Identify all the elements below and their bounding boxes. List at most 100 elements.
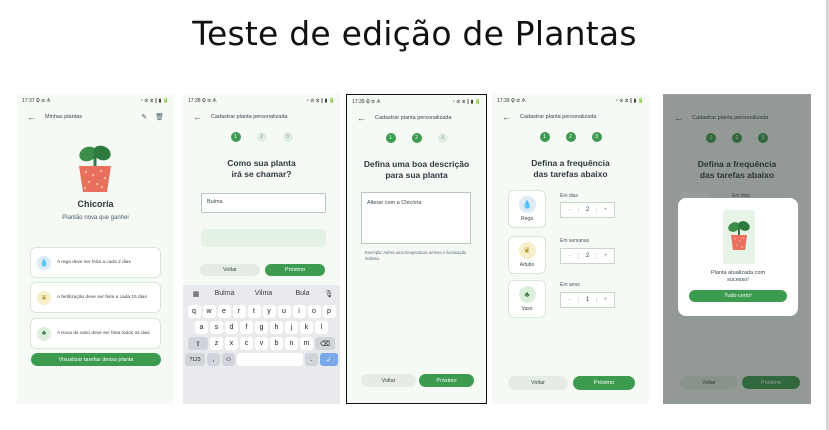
next-button[interactable]: Próximo — [419, 374, 474, 387]
task-card-pot[interactable]: ♣ A troca de vaso deve ser feita todos o… — [30, 318, 161, 349]
key[interactable]: g — [255, 321, 268, 334]
frequency-stepper: - 2 + — [560, 248, 615, 264]
emoji-icon[interactable]: ☺ — [222, 353, 235, 366]
frequency-label: Vaso — [521, 306, 533, 312]
back-button[interactable]: Voltar — [200, 264, 260, 276]
slide: Teste de edição de Plantas 17:37 ⚙ ✉ ᗑ ◔… — [0, 0, 829, 430]
key[interactable]: p — [322, 305, 336, 318]
key[interactable]: n — [285, 337, 298, 350]
confirm-button[interactable]: Tudo certo! — [689, 290, 787, 302]
comma-key[interactable]: , — [207, 353, 220, 366]
status-right-icons: ◔ ⊘ ⧖ ∥ ▮ 🔋 — [614, 98, 644, 104]
key[interactable]: u — [277, 305, 291, 318]
step-1: 1 — [539, 132, 550, 142]
trash-icon[interactable]: 🗑 — [155, 113, 164, 121]
decrement-button[interactable]: - — [561, 207, 579, 213]
key[interactable]: f — [240, 321, 253, 334]
period-key[interactable]: . — [305, 353, 318, 366]
key[interactable]: w — [202, 305, 216, 318]
status-icons: ⚙ ✉ ᗑ — [365, 99, 381, 105]
back-button[interactable]: Voltar — [361, 374, 416, 387]
step-heading: Defina a frequência das tarefas abaixo — [492, 158, 649, 180]
decrement-button[interactable]: - — [561, 297, 579, 303]
stepper-progress: 1 2 3 — [492, 132, 649, 142]
suggestion[interactable]: Vilma — [244, 290, 283, 297]
heading-line-1: Defina a frequência — [531, 158, 610, 168]
next-button[interactable]: Próximo — [265, 264, 325, 276]
enter-check-icon[interactable]: ✓ — [320, 353, 338, 366]
key[interactable]: x — [225, 337, 238, 350]
status-bar: 17:37 ⚙ ✉ ᗑ ◔ ⊘ ⧖ ∥ ▮ 🔋 — [17, 94, 174, 108]
back-arrow-icon[interactable]: ← — [27, 112, 36, 122]
key[interactable]: l — [315, 321, 328, 334]
plant-name-input[interactable]: Bulma — [201, 193, 326, 213]
increment-button[interactable]: + — [596, 207, 614, 213]
back-arrow-icon[interactable]: ← — [357, 113, 366, 123]
key[interactable]: b — [270, 337, 283, 350]
status-bar: 17:39 ⚙ ✉ ᗑ ◔ ⊘ ⧖ ∥ ▮ 🔋 — [492, 94, 649, 108]
heading-line-1: Como sua planta — [227, 158, 296, 168]
next-button[interactable]: Próximo — [573, 376, 635, 390]
description-textarea[interactable]: Alterar com a Chicória — [361, 192, 471, 244]
key[interactable]: o — [307, 305, 321, 318]
key[interactable]: m — [300, 337, 313, 350]
space-key[interactable] — [237, 353, 303, 366]
back-button[interactable]: Voltar — [508, 376, 568, 390]
key[interactable]: j — [285, 321, 298, 334]
decrement-button[interactable]: - — [561, 253, 579, 259]
task-card-water[interactable]: 💧 A rega deve ser feita a cada 2 dias — [30, 247, 161, 278]
status-time: 17:39 — [352, 99, 365, 105]
frequency-value[interactable]: 1 — [579, 297, 596, 303]
increment-button[interactable]: + — [596, 297, 614, 303]
phone-screen-frequency-step: 17:39 ⚙ ✉ ᗑ ◔ ⊘ ⧖ ∥ ▮ 🔋 ← Cadastrar plan… — [492, 94, 649, 404]
frequency-stepper: - 2 + — [560, 202, 615, 218]
success-message: Planta atualizada com sucesso! — [678, 270, 798, 284]
key[interactable]: y — [262, 305, 276, 318]
key-row-1: q w e r t y u i o p — [183, 305, 340, 318]
status-right-icons: ◔ ⊘ ⧖ ∥ ▮ 🔋 — [305, 98, 335, 104]
suggestion[interactable]: Bula — [283, 290, 322, 297]
key[interactable]: z — [210, 337, 223, 350]
view-tasks-button[interactable]: Visualizar tarefas dessa planta — [31, 353, 161, 366]
key[interactable]: c — [240, 337, 253, 350]
frequency-unit: Em semanas — [560, 238, 590, 244]
frequency-value[interactable]: 2 — [579, 253, 596, 259]
app-bar: ← Cadastrar planta personalizada — [183, 108, 340, 126]
key[interactable]: e — [217, 305, 231, 318]
key[interactable]: i — [292, 305, 306, 318]
key[interactable]: s — [210, 321, 223, 334]
shift-icon[interactable]: ⇧ — [188, 337, 208, 350]
key[interactable]: d — [225, 321, 238, 334]
phone-screen-description-step: 17:39 ⚙ ✉ ᗑ ◔ ⊘ ⧖ ∥ ▮ 🔋 ← Cadastrar plan… — [346, 94, 487, 404]
frequency-value[interactable]: 2 — [579, 207, 596, 213]
step-2: 2 — [256, 132, 267, 142]
back-arrow-icon[interactable]: ← — [193, 112, 202, 122]
description-hint: Exemplo: Adora uma temperatura amena e i… — [365, 250, 467, 261]
key[interactable]: a — [195, 321, 208, 334]
key[interactable]: q — [187, 305, 201, 318]
step-heading: Defina uma boa descrição para sua planta — [347, 159, 486, 181]
key[interactable]: h — [270, 321, 283, 334]
edit-icon[interactable]: ✎ — [141, 113, 147, 121]
frequency-label: Adubo — [519, 262, 535, 268]
plant-pot-icon: ♣ — [518, 286, 536, 303]
heading-line-2: para sua planta — [385, 170, 448, 180]
increment-button[interactable]: + — [596, 253, 614, 259]
symbols-key[interactable]: ?123 — [185, 353, 205, 366]
phone-screen-name-step: 17:38 ⚙ ✉ ᗑ ◔ ⊘ ⧖ ∥ ▮ 🔋 ← Cadastrar plan… — [183, 94, 340, 404]
key[interactable]: r — [232, 305, 246, 318]
back-arrow-icon[interactable]: ← — [502, 112, 511, 122]
task-text: A troca de vaso deve ser feita todos os … — [57, 330, 150, 336]
suggestion[interactable]: Bulma — [205, 290, 244, 297]
frequency-stepper: - 1 + — [560, 292, 615, 308]
task-card-fertilizer[interactable]: ❦ A fertilização deve ser feita a cada 1… — [30, 282, 161, 313]
water-drop-icon: 💧 — [37, 255, 51, 270]
backspace-icon[interactable]: ⌫ — [315, 337, 335, 350]
key[interactable]: t — [247, 305, 261, 318]
key[interactable]: k — [300, 321, 313, 334]
key[interactable]: v — [255, 337, 268, 350]
microphone-icon[interactable]: 🎙 — [322, 290, 336, 298]
emoji-grid-icon[interactable]: ▦ — [187, 290, 205, 298]
frequency-unit: Em anos — [560, 282, 580, 288]
frequency-unit: Em dias — [560, 193, 579, 199]
